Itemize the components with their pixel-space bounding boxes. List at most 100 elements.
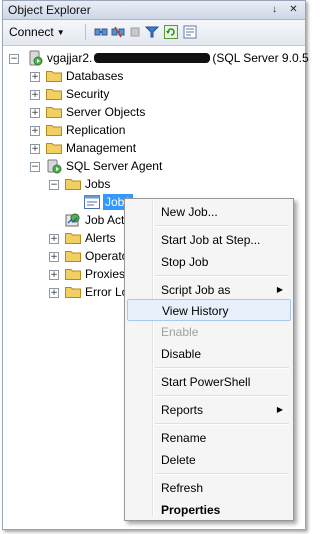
- tree-node-jobs[interactable]: − Jobs: [3, 176, 305, 194]
- sql-agent-icon: [47, 159, 62, 174]
- menu-separator: [155, 225, 289, 227]
- menu-separator: [155, 473, 289, 475]
- menu-item-delete[interactable]: Delete: [127, 449, 291, 471]
- menu-item-disable[interactable]: Disable: [127, 343, 291, 365]
- menu-item-label: Refresh: [161, 481, 204, 495]
- disconnect-icon[interactable]: [111, 25, 125, 39]
- menu-item-label: View History: [162, 304, 229, 318]
- submenu-arrow-icon: ▶: [276, 405, 283, 414]
- menu-item-label: Enable: [161, 325, 199, 339]
- folder-icon: [46, 107, 62, 118]
- tree-node-sql-server-agent[interactable]: − SQL Server Agent: [3, 158, 305, 176]
- expand-toggle[interactable]: +: [30, 144, 40, 154]
- close-icon[interactable]: ✕: [286, 2, 301, 17]
- server-name-prefix: vgajjar2.: [47, 51, 93, 65]
- connect-button[interactable]: Connect ▼: [9, 25, 65, 39]
- node-label: Error Logs: [85, 285, 127, 299]
- node-label: Proxies: [85, 267, 126, 281]
- menu-item-script-job-as[interactable]: Script Job as ▶: [127, 279, 291, 301]
- folder-icon: [46, 143, 62, 154]
- menu-item-label: Stop Job: [161, 255, 209, 269]
- expand-toggle[interactable]: +: [30, 108, 40, 118]
- node-label: Jobs: [85, 177, 111, 191]
- tree-node-proxies[interactable]: + Proxies: [3, 266, 127, 284]
- node-label: Replication: [66, 123, 126, 137]
- expand-toggle[interactable]: +: [49, 252, 59, 262]
- expand-toggle[interactable]: +: [49, 288, 59, 298]
- stop-icon[interactable]: [128, 25, 142, 39]
- tree-node-error-logs[interactable]: + Error Logs: [3, 284, 127, 302]
- menu-item-view-history[interactable]: View History: [127, 299, 291, 321]
- menu-item-label: Delete: [161, 453, 196, 467]
- folder-icon: [65, 179, 81, 190]
- tree-node-alerts[interactable]: + Alerts: [3, 230, 127, 248]
- chevron-down-icon[interactable]: ▼: [57, 28, 65, 37]
- node-label: Security: [66, 87, 110, 101]
- tree-node-replication[interactable]: + Replication: [3, 122, 305, 140]
- tree-node-server-objects[interactable]: + Server Objects: [3, 104, 305, 122]
- collapse-toggle[interactable]: −: [9, 54, 19, 64]
- summary-icon[interactable]: [183, 25, 197, 39]
- menu-item-stop-job[interactable]: Stop Job: [127, 251, 291, 273]
- filter-icon[interactable]: [145, 25, 159, 39]
- object-explorer-window: Object Explorer ↓ ✕ Connect ▼ − vgajjar2…: [2, 0, 309, 530]
- menu-item-reports[interactable]: Reports ▶: [127, 399, 291, 421]
- menu-item-enable: Enable: [127, 321, 291, 343]
- expand-toggle[interactable]: +: [49, 234, 59, 244]
- server-name: vgajjar2. (SQL Server 9.0.5: [47, 50, 309, 66]
- expand-toggle[interactable]: +: [49, 270, 59, 280]
- server-version: (SQL Server 9.0.5: [212, 51, 309, 65]
- toolbar: Connect ▼: [3, 20, 305, 46]
- menu-item-new-job[interactable]: New Job...: [127, 201, 291, 223]
- title-bar: Object Explorer ↓ ✕: [3, 1, 305, 20]
- activity-monitor-icon: [65, 213, 80, 227]
- menu-separator: [155, 395, 289, 397]
- node-label: Alerts: [85, 231, 116, 245]
- menu-separator: [155, 367, 289, 369]
- menu-item-label: Reports: [161, 403, 204, 417]
- server-icon: [29, 50, 43, 66]
- collapse-toggle[interactable]: −: [30, 162, 40, 172]
- node-label: Operators: [85, 249, 127, 263]
- menu-item-label: Start Job at Step...: [161, 233, 261, 247]
- node-label: Server Objects: [66, 105, 146, 119]
- menu-item-label: Properties: [161, 503, 221, 517]
- refresh-icon[interactable]: [164, 25, 178, 39]
- tree-node-server[interactable]: − vgajjar2. (SQL Server 9.0.5: [3, 50, 309, 68]
- folder-icon: [65, 233, 81, 244]
- menu-item-refresh[interactable]: Refresh: [127, 477, 291, 499]
- tree-node-job-item[interactable]: Job1: [3, 194, 134, 212]
- collapse-toggle[interactable]: −: [49, 180, 59, 190]
- menu-item-start-powershell[interactable]: Start PowerShell: [127, 371, 291, 393]
- menu-item-rename[interactable]: Rename: [127, 427, 291, 449]
- folder-icon: [65, 251, 81, 262]
- menu-item-label: Start PowerShell: [161, 375, 251, 389]
- menu-separator: [155, 423, 289, 425]
- job-icon: [84, 195, 100, 209]
- redacted-server-name: [94, 53, 211, 63]
- connect-label: Connect: [9, 25, 54, 39]
- folder-icon: [65, 287, 81, 298]
- folder-icon: [46, 89, 62, 100]
- node-label: SQL Server Agent: [66, 159, 163, 173]
- tree-node-job-activity[interactable]: Job Activity Monitor: [3, 212, 127, 230]
- expand-toggle[interactable]: +: [30, 126, 40, 136]
- expand-toggle[interactable]: +: [30, 72, 40, 82]
- pin-icon[interactable]: ↓: [267, 2, 282, 17]
- menu-item-properties[interactable]: Properties: [127, 499, 291, 521]
- menu-item-label: Disable: [161, 347, 202, 361]
- menu-item-start-job-at-step[interactable]: Start Job at Step...: [127, 229, 291, 251]
- menu-item-label: Rename: [161, 431, 207, 445]
- expand-toggle[interactable]: +: [30, 90, 40, 100]
- menu-separator: [155, 275, 289, 277]
- connect-icon[interactable]: [94, 25, 108, 39]
- window-title: Object Explorer: [8, 3, 91, 17]
- node-label: Job Activity Monitor: [85, 213, 127, 227]
- menu-item-label: New Job...: [161, 205, 218, 219]
- tree-node-security[interactable]: + Security: [3, 86, 305, 104]
- submenu-arrow-icon: ▶: [276, 285, 283, 294]
- tree-node-management[interactable]: + Management: [3, 140, 305, 158]
- tree-node-operators[interactable]: + Operators: [3, 248, 127, 266]
- tree-node-databases[interactable]: + Databases: [3, 68, 305, 86]
- menu-item-label: Script Job as: [161, 283, 231, 297]
